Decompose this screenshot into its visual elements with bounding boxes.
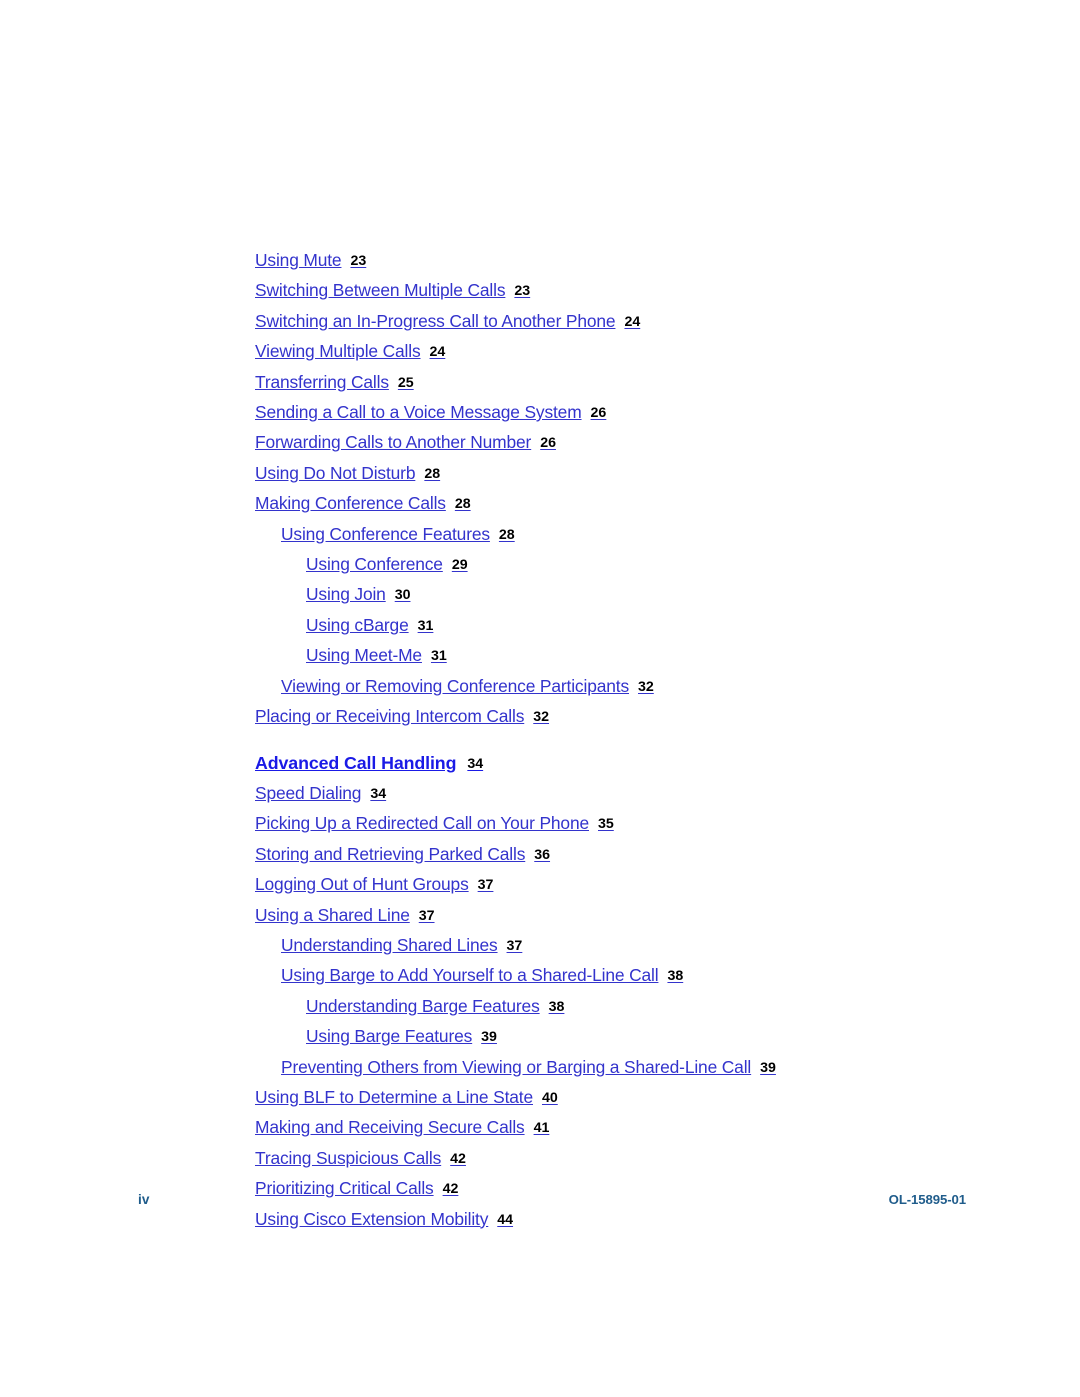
toc-entry-page-number: 30 <box>394 587 411 604</box>
toc-entry-label: Picking Up a Redirected Call on Your Pho… <box>255 813 589 834</box>
toc-entry-label: Transferring Calls <box>255 371 389 392</box>
toc-entry-label: Speed Dialing <box>255 782 362 803</box>
toc-entry[interactable]: Understanding Barge Features 38 <box>306 992 1015 1022</box>
toc-entry-page-number: 24 <box>624 313 641 330</box>
toc-entry-label: Using Meet-Me <box>306 645 422 666</box>
toc-entry-label: Preventing Others from Viewing or Bargin… <box>281 1056 752 1077</box>
toc-entry-page-number: 31 <box>430 648 447 665</box>
toc-entry-page-number: 39 <box>481 1029 497 1046</box>
toc-entry-page-number: 24 <box>429 344 446 361</box>
toc-entry-page-number: 29 <box>451 557 468 574</box>
toc-entry[interactable]: Viewing Multiple Calls 24 <box>255 337 1015 367</box>
toc-entry-label: Viewing Multiple Calls <box>255 341 421 362</box>
toc-entry[interactable]: Storing and Retrieving Parked Calls 36 <box>255 840 1015 870</box>
toc-entry[interactable]: Using Do Not Disturb 28 <box>255 459 1015 489</box>
toc-entry[interactable]: Using BLF to Determine a Line State 40 <box>255 1083 1015 1113</box>
toc-entry-label: Placing or Receiving Intercom Calls <box>255 706 525 727</box>
toc-entry-label: Using Join <box>306 584 386 605</box>
toc-entry[interactable]: Forwarding Calls to Another Number 26 <box>255 428 1015 458</box>
toc-entry-label: Using BLF to Determine a Line State <box>255 1086 533 1107</box>
toc-entry[interactable]: Using Meet-Me 31 <box>306 641 1015 671</box>
toc-entry[interactable]: Tracing Suspicious Calls 42 <box>255 1144 1015 1174</box>
toc-entry-page-number: 38 <box>548 998 565 1015</box>
toc-entry[interactable]: Switching Between Multiple Calls 23 <box>255 276 1015 306</box>
toc-entry-label: Viewing or Removing Conference Participa… <box>281 675 629 696</box>
toc-entry-page-number: 37 <box>477 877 494 894</box>
toc-entry[interactable]: Making and Receiving Secure Calls 41 <box>255 1113 1015 1143</box>
toc-entry-label: Making and Receiving Secure Calls <box>255 1117 525 1138</box>
toc-entry-page-number: 37 <box>418 907 435 924</box>
toc-entry-page-number: 25 <box>397 374 414 391</box>
toc-entry-page-number: 32 <box>533 709 550 726</box>
toc-entry-page-number: 28 <box>498 526 515 543</box>
folio-page-number: iv <box>138 1192 150 1207</box>
toc-entry-page-number: 37 <box>506 937 523 954</box>
toc-entry-page-number: 23 <box>514 283 531 300</box>
toc-entry[interactable]: Logging Out of Hunt Groups 37 <box>255 870 1015 900</box>
toc-entry-label: Using Mute <box>255 250 342 270</box>
toc-entry-page-number: 34 <box>467 755 484 772</box>
toc-entry[interactable]: Viewing or Removing Conference Participa… <box>281 672 1015 702</box>
toc-entry-label: Using Do Not Disturb <box>255 462 416 483</box>
toc-entry-label: Understanding Shared Lines <box>281 934 498 955</box>
toc-entry-page-number: 36 <box>534 846 551 863</box>
toc-entry-label: Using a Shared Line <box>255 904 410 925</box>
toc-entry-label: Forwarding Calls to Another Number <box>255 432 532 453</box>
document-id: OL-15895-01 <box>888 1192 966 1207</box>
toc-entry-page-number: 42 <box>450 1150 466 1167</box>
toc-entry[interactable]: Transferring Calls 25 <box>255 368 1015 398</box>
toc-entry[interactable]: Using cBarge 31 <box>306 611 1015 641</box>
toc-entry-label: Using cBarge <box>306 614 409 635</box>
toc-entry-label: Logging Out of Hunt Groups <box>255 874 469 895</box>
toc-entry-label: Switching Between Multiple Calls <box>255 280 506 301</box>
toc-entry-label: Using Barge to Add Yourself to a Shared-… <box>281 965 659 986</box>
document-page: Using Mute 23 Switching Between Multiple C… <box>0 0 1080 1397</box>
toc-entry[interactable]: Using Barge to Add Yourself to a Shared-… <box>281 961 1015 991</box>
toc-entry[interactable]: Using Join 30 <box>306 580 1015 610</box>
toc-entry[interactable]: Using Conference Features 28 <box>281 520 1015 550</box>
toc-entry[interactable]: Using Conference 29 <box>306 550 1015 580</box>
toc-entry[interactable]: Placing or Receiving Intercom Calls 32 <box>255 702 1015 732</box>
toc-entry-label: Making Conference Calls <box>255 493 446 514</box>
toc-entry-page-number: 31 <box>417 617 434 634</box>
toc-entry-page-number: 35 <box>598 816 614 833</box>
toc-entry-page-number: 34 <box>370 785 387 802</box>
toc-entry-label: Advanced Call Handling <box>255 752 457 773</box>
toc-entry-page-number: 26 <box>540 435 556 452</box>
toc-entry-label: Storing and Retrieving Parked Calls <box>255 843 526 864</box>
toc-entry-page-number: 38 <box>667 968 684 985</box>
toc-entry-page-number: 26 <box>590 405 607 422</box>
toc-entry-page-number: 39 <box>760 1059 776 1076</box>
toc-entry[interactable]: Picking Up a Redirected Call on Your Pho… <box>255 809 1015 839</box>
toc-entry[interactable]: Using a Shared Line 37 <box>255 901 1015 931</box>
toc-entry-page-number: 41 <box>533 1120 550 1137</box>
table-of-contents: Using Mute 23 Switching Between Multiple C… <box>255 246 1015 1235</box>
toc-entry-label: Switching an In-Progress Call to Another… <box>255 310 616 331</box>
toc-entry-page-number: 32 <box>638 678 654 695</box>
toc-entry-page-number: 23 <box>350 253 367 269</box>
toc-entry-label: Using Barge Features <box>306 1026 473 1047</box>
toc-entry-label: Using Conference <box>306 554 443 575</box>
toc-entry-label: Using Conference Features <box>281 523 490 544</box>
toc-entry[interactable]: Speed Dialing 34 <box>255 779 1015 809</box>
toc-entry[interactable]: Using Barge Features 39 <box>306 1022 1015 1052</box>
toc-entry-label: Sending a Call to a Voice Message System <box>255 402 582 423</box>
toc-heading[interactable]: Advanced Call Handling 34 <box>255 749 1015 779</box>
toc-entry[interactable]: Sending a Call to a Voice Message System… <box>255 398 1015 428</box>
toc-entry-page-number: 40 <box>541 1089 558 1106</box>
toc-entry[interactable]: Switching an In-Progress Call to Another… <box>255 307 1015 337</box>
toc-entry[interactable]: Making Conference Calls 28 <box>255 489 1015 519</box>
toc-entry[interactable]: Preventing Others from Viewing or Bargin… <box>281 1053 1015 1083</box>
toc-entry-label: Tracing Suspicious Calls <box>255 1147 442 1168</box>
page-footer: iv OL-15895-01 <box>0 1192 1080 1216</box>
toc-entry-label: Understanding Barge Features <box>306 995 540 1016</box>
toc-entry[interactable]: Using Mute 23 <box>255 246 1015 276</box>
toc-entry[interactable]: Understanding Shared Lines 37 <box>281 931 1015 961</box>
toc-entry-page-number: 28 <box>424 465 441 482</box>
toc-entry-page-number: 28 <box>454 496 471 513</box>
